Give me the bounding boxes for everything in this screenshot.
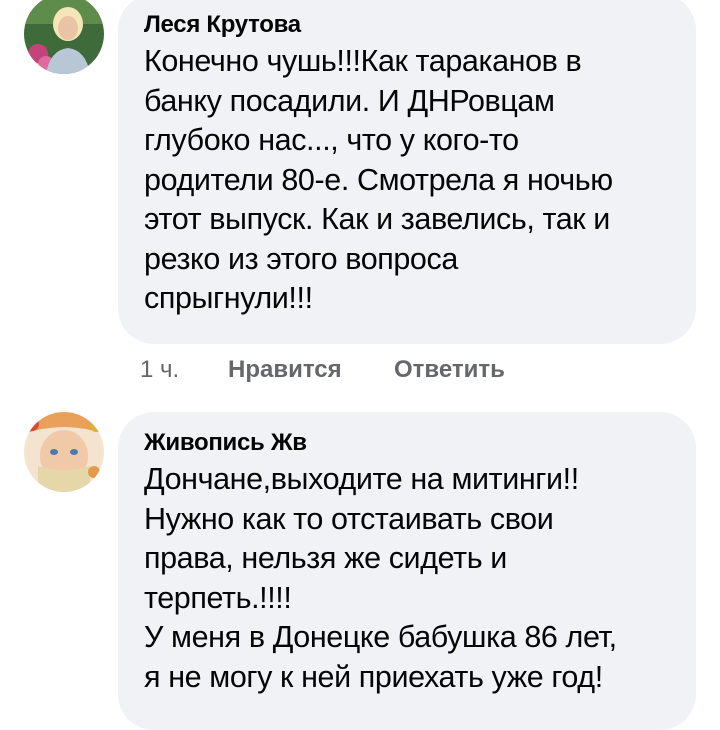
like-button[interactable]: Нравится	[228, 355, 342, 385]
comment-author[interactable]: Леся Крутова	[144, 8, 672, 42]
comment-item: Живопись Жв Дончане,выходите на митинги!…	[0, 400, 720, 730]
comment-bubble: Живопись Жв Дончане,выходите на митинги!…	[118, 412, 696, 730]
profile-photo	[24, 0, 104, 74]
comment-timestamp[interactable]: 1 ч.	[140, 355, 179, 385]
avatar[interactable]	[24, 412, 104, 492]
comment-bubble: Леся Крутова Конечно чушь!!!Как таракано…	[118, 0, 696, 344]
profile-photo	[24, 412, 104, 492]
comment-author[interactable]: Живопись Жв	[144, 426, 672, 460]
comment-text: Дончане,выходите на митинги!! Нужно как …	[144, 462, 617, 694]
comment-text: Конечно чушь!!!Как тараканов в банку пос…	[144, 44, 613, 315]
comment-item: Леся Крутова Конечно чушь!!!Как таракано…	[0, 0, 720, 400]
avatar[interactable]	[24, 0, 104, 74]
reply-button[interactable]: Ответить	[394, 355, 505, 385]
